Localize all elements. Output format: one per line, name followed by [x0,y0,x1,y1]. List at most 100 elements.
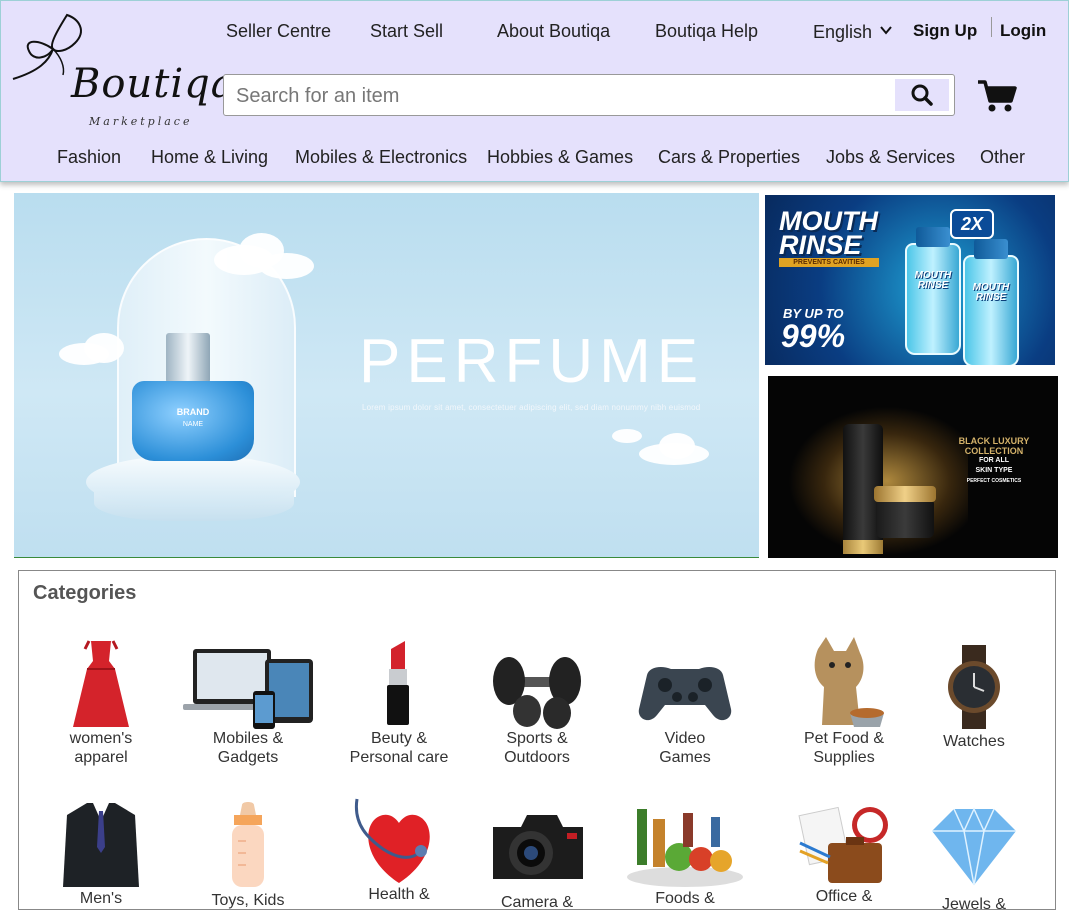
perfume-banner[interactable]: BRAND NAME PERFUME Lorem ipsum dolor sit… [14,193,759,558]
cloud [84,333,124,363]
lux-line3: FOR ALL [978,457,1010,464]
watch-icon [924,645,1024,735]
category-toys-kids[interactable]: Toys, Kids [178,801,318,910]
nav-fashion[interactable]: Fashion [57,147,121,168]
nav-jobs-services[interactable]: Jobs & Services [826,147,955,168]
rinse-title: MOUTH RINSE [779,208,878,260]
banner-title: PERFUME [359,327,705,396]
kitten-icon [794,635,894,729]
logo-subtitle: Marketplace [89,115,193,128]
devices-icon [183,639,313,729]
categories-panel: Categories women's apparel Mobiles & Gad… [18,570,1056,913]
suit-icon [51,799,151,889]
search-input[interactable] [234,83,888,109]
chevron-down-icon[interactable] [879,23,893,37]
about-link[interactable]: About Boutiqa [497,21,610,42]
category-camera[interactable]: Camera & [467,803,607,912]
cloud [612,429,642,443]
rinse-bottle-cap [916,227,950,247]
perfume-bottle: BRAND NAME [132,381,254,461]
category-label: Sports & [506,730,568,747]
seller-centre-link[interactable]: Seller Centre [226,21,331,42]
lux-line4: SKIN TYPE [975,467,1013,474]
category-pet-food-supplies[interactable]: Pet Food & Supplies [774,635,914,767]
bottle-brand-text: BRAND [176,407,210,417]
luxury-cosmetics-banner[interactable]: BLACK LUXURY COLLECTION FOR ALL SKIN TYP… [768,376,1058,558]
cart-icon[interactable] [977,79,1017,113]
sign-up-link[interactable]: Sign Up [913,21,977,41]
category-mobiles-gadgets[interactable]: Mobiles & Gadgets [178,639,318,767]
search-button[interactable] [895,79,949,111]
category-sports-outdoors[interactable]: Sports & Outdoors [467,639,607,767]
category-label: Office & [815,888,873,905]
nav-home-living[interactable]: Home & Living [151,147,268,168]
mouth-rinse-banner[interactable]: MOUTH RINSE PREVENTS CAVITIES BY UP TO 99… [765,195,1055,365]
perfume-cap [166,333,210,383]
gamepad-icon [635,639,735,729]
jar-lid [874,486,936,502]
category-label: Gadgets [217,749,279,766]
category-watches[interactable]: Watches [904,645,1044,751]
rinse-bottle-label: MOUTH RINSE [972,282,1010,303]
tube-cap [843,540,883,554]
category-office[interactable]: Office & [774,797,914,906]
lux-line1: BLACK LUXURY [958,436,1030,446]
category-beauty-personal-care[interactable]: Beuty & Personal care [329,639,469,767]
category-label: Games [659,749,711,766]
dumbbell-icon [487,639,587,729]
category-label: Supplies [813,749,875,766]
auth-divider [991,17,992,37]
rinse-multiplier-badge: 2X [950,209,994,239]
categories-title: Categories [33,582,137,604]
category-womens-apparel[interactable]: women's apparel [31,639,171,767]
category-label: Personal care [349,749,449,766]
cloud [259,253,314,279]
banner-subtitle: Lorem ipsum dolor sit amet, consectetuer… [362,403,701,412]
language-select[interactable]: English [813,22,872,43]
lux-line5: PERFECT COSMETICS [966,478,1022,484]
nav-mobiles-electronics[interactable]: Mobiles & Electronics [295,147,467,168]
rinse-title-2: RINSE [779,230,862,260]
category-label: Camera & [500,894,574,911]
category-label: Video [664,730,706,747]
heart-stethoscope-icon [349,795,449,885]
login-link[interactable]: Login [1000,21,1046,41]
category-label: Men's [79,890,123,907]
site-header: Boutiqa Marketplace Seller Centre Start … [0,0,1069,182]
luxury-text: BLACK LUXURY COLLECTION FOR ALL SKIN TYP… [950,436,1038,486]
rinse-bottle: MOUTH RINSE [905,227,961,355]
category-label: Outdoors [504,749,570,766]
start-sell-link[interactable]: Start Sell [370,21,443,42]
search-icon [911,84,933,106]
rinse-percent: 99% [781,318,846,354]
bottle-name-text: NAME [182,421,204,428]
search-bar [223,74,955,116]
office-icon [794,797,894,887]
category-label: Foods & [655,890,715,907]
nav-hobbies-games[interactable]: Hobbies & Games [487,147,633,168]
category-label: Toys, Kids [211,892,285,909]
category-label: Mobiles & [212,730,284,747]
rinse-strip: PREVENTS CAVITIES [779,258,879,267]
nav-other[interactable]: Other [980,147,1025,168]
boutiqa-logo[interactable]: Boutiqa Marketplace [9,9,235,134]
category-label: Pet Food & [803,730,885,747]
category-mens[interactable]: Men's [31,799,171,908]
cosmetic-jar [874,486,936,538]
help-link[interactable]: Boutiqa Help [655,21,758,42]
category-foods[interactable]: Foods & [615,799,755,908]
dress-icon [51,639,151,729]
groceries-icon [623,799,747,889]
rinse-bottle: MOUTH RINSE [963,239,1019,365]
category-label: apparel [74,749,128,766]
rinse-bottle-cap [974,239,1008,259]
camera-icon [487,803,587,893]
category-label: Beuty & [370,730,428,747]
logo-wordmark: Boutiqa [71,61,236,107]
nav-cars-properties[interactable]: Cars & Properties [658,147,800,168]
category-label: women's [69,730,133,747]
podium-top [86,455,300,509]
diamond-icon [924,805,1024,895]
category-health[interactable]: Health & [329,795,469,904]
category-video-games[interactable]: Video Games [615,639,755,767]
